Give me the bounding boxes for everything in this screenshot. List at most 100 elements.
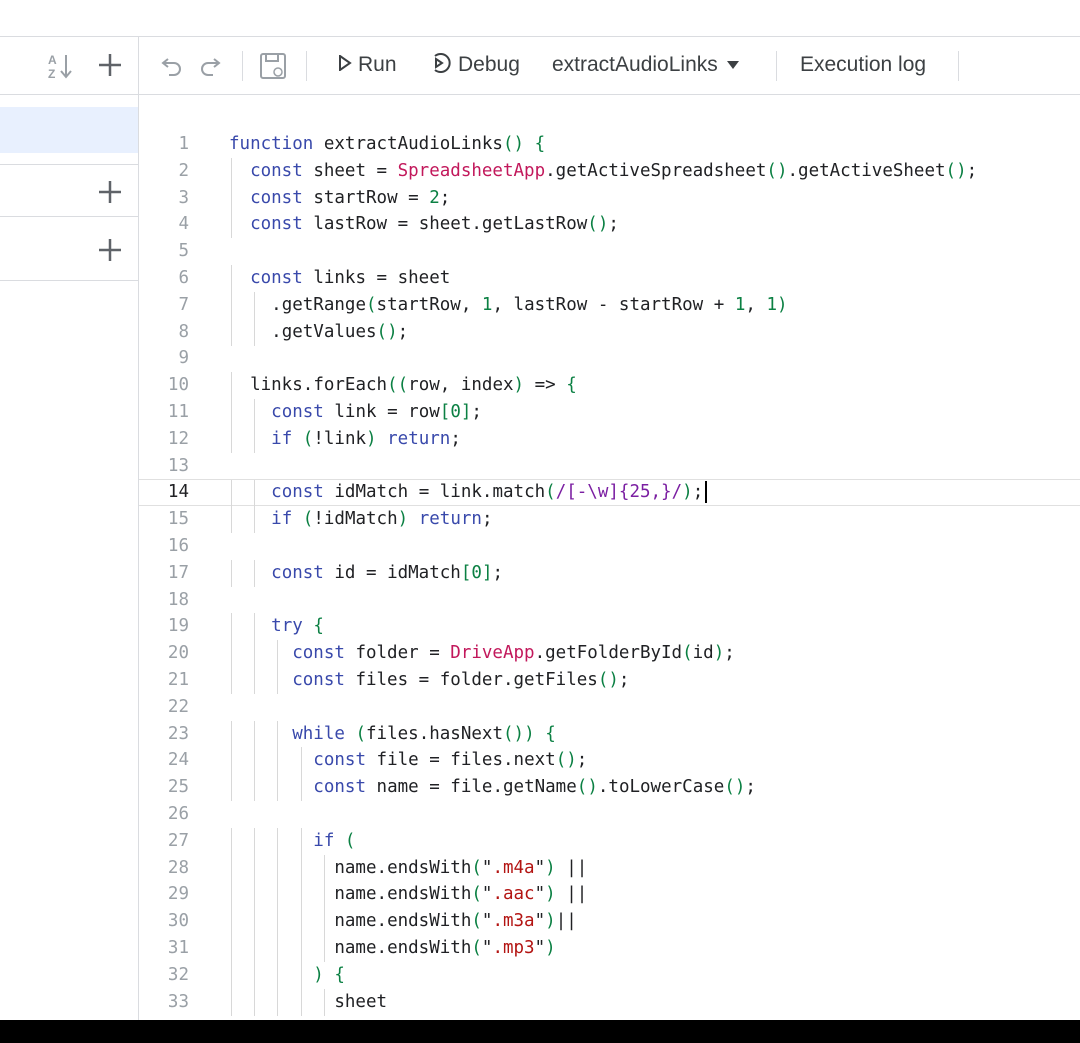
title-bar <box>0 0 1080 37</box>
code-text: if (!link) return; <box>271 428 461 449</box>
code-line[interactable]: 11 const link = row[0]; <box>139 399 1080 426</box>
code-line[interactable]: 17 const id = idMatch[0]; <box>139 559 1080 587</box>
line-number: 26 <box>167 804 189 824</box>
play-icon <box>338 53 352 76</box>
code-line[interactable]: 31 name.endsWith(".mp3") <box>139 935 1080 962</box>
sort-az-icon[interactable]: A Z <box>44 49 78 83</box>
code-line[interactable]: 5 <box>139 238 1080 265</box>
code-line[interactable]: 30 name.endsWith(".m3a")|| <box>139 908 1080 936</box>
section-divider <box>0 279 138 281</box>
files-toolbar: A Z <box>0 37 139 94</box>
code-line[interactable]: 18 <box>139 587 1080 614</box>
code-line[interactable]: 29 name.endsWith(".aac") || <box>139 881 1080 909</box>
code-line[interactable]: 4 const lastRow = sheet.getLastRow(); <box>139 211 1080 239</box>
code-text: if ( <box>313 830 356 851</box>
code-text: const idMatch = link.match(/[-\w]{25,}/)… <box>229 480 708 505</box>
line-number: 30 <box>167 911 189 932</box>
line-number: 27 <box>167 830 189 851</box>
code-text: const name = file.getName().toLowerCase(… <box>313 777 756 798</box>
text-cursor <box>705 481 708 504</box>
code-line[interactable]: 24 const file = files.next(); <box>139 747 1080 775</box>
code-line[interactable]: 15 if (!idMatch) return; <box>139 506 1080 534</box>
code-line[interactable]: 21 const files = folder.getFiles(); <box>139 667 1080 694</box>
code-line[interactable]: 25 const name = file.getName().toLowerCa… <box>139 774 1080 802</box>
code-line[interactable]: 9 <box>139 345 1080 372</box>
redo-icon[interactable] <box>196 51 224 79</box>
toolbar-divider <box>242 51 243 81</box>
code-line[interactable]: 14 const idMatch = link.match(/[-\w]{25,… <box>139 479 1080 508</box>
code-line[interactable]: 16 <box>139 533 1080 560</box>
code-line[interactable]: 13 <box>139 453 1080 480</box>
code-line[interactable]: 22 <box>139 694 1080 721</box>
code-text: name.endsWith(".m4a") || <box>334 857 588 878</box>
line-number: 4 <box>178 214 189 235</box>
code-line[interactable]: 8 .getValues(); <box>139 318 1080 346</box>
code-line[interactable]: 7 .getRange(startRow, 1, lastRow - start… <box>139 291 1080 319</box>
code-text: const links = sheet <box>250 268 451 288</box>
code-line[interactable]: 3 const startRow = 2; <box>139 184 1080 212</box>
code-line[interactable]: 28 name.endsWith(".m4a") || <box>139 854 1080 882</box>
code-text: function extractAudioLinks() { <box>229 134 546 154</box>
code-line[interactable]: 20 const folder = DriveApp.getFolderById… <box>139 640 1080 668</box>
code-line[interactable]: 6 const links = sheet <box>139 265 1080 292</box>
run-button[interactable]: Run <box>338 48 397 82</box>
line-number: 31 <box>167 938 189 958</box>
code-line[interactable]: 26 <box>139 801 1080 828</box>
toolbar-divider <box>776 51 777 81</box>
code-text: const startRow = 2; <box>250 187 451 208</box>
line-number: 16 <box>167 536 189 556</box>
code-text: const folder = DriveApp.getFolderById(id… <box>292 643 735 664</box>
section-divider <box>0 215 138 217</box>
line-number: 24 <box>167 750 189 771</box>
toolbar: A Z Run Debug extractAudioLinks Executio… <box>0 37 1080 95</box>
save-to-drive-icon[interactable] <box>256 51 290 81</box>
function-selected-label: extractAudioLinks <box>552 53 718 76</box>
code-text: links.forEach((row, index) => { <box>250 375 577 396</box>
toolbar-divider <box>306 51 307 81</box>
code-text: .getRange(startRow, 1, lastRow - startRo… <box>229 294 788 315</box>
line-number: 5 <box>178 241 189 262</box>
add-library-icon[interactable] <box>94 176 126 208</box>
code-line[interactable]: 27 if ( <box>139 827 1080 855</box>
code-line[interactable]: 2 const sheet = SpreadsheetApp.getActive… <box>139 157 1080 185</box>
code-line[interactable]: 12 if (!link) return; <box>139 425 1080 453</box>
line-number: 22 <box>167 696 189 717</box>
add-service-icon[interactable] <box>94 234 126 266</box>
selected-file-item[interactable] <box>0 107 138 153</box>
line-number: 32 <box>167 964 189 985</box>
line-number: 25 <box>167 777 189 798</box>
line-number: 3 <box>178 187 189 208</box>
line-number: 13 <box>167 455 189 476</box>
code-text: if (!idMatch) return; <box>271 509 493 530</box>
execution-log-button[interactable]: Execution log <box>800 48 926 82</box>
code-line[interactable]: 1 function extractAudioLinks() { <box>139 131 1080 158</box>
debug-icon <box>430 52 452 79</box>
line-number: 23 <box>167 723 189 744</box>
undo-icon[interactable] <box>158 51 186 79</box>
line-number: 12 <box>167 428 189 449</box>
debug-button[interactable]: Debug <box>430 48 520 82</box>
execution-log-label: Execution log <box>800 53 927 76</box>
code-text: while (files.hasNext()) { <box>292 723 556 744</box>
line-number: 29 <box>167 884 189 905</box>
add-file-icon[interactable] <box>94 49 126 81</box>
run-label: Run <box>358 53 397 76</box>
line-number: 10 <box>167 375 189 396</box>
code-line[interactable]: 33 sheet <box>139 988 1080 1016</box>
svg-text:Z: Z <box>48 67 55 81</box>
code-text: const files = folder.getFiles(); <box>292 670 630 690</box>
code-text: ) { <box>313 964 345 985</box>
function-select[interactable]: extractAudioLinks <box>552 48 740 82</box>
caret-down-icon <box>726 57 740 73</box>
line-number: 33 <box>167 991 189 1012</box>
line-number: 21 <box>167 670 189 690</box>
code-line[interactable]: 10 links.forEach((row, index) => { <box>139 372 1080 400</box>
screen-bottom-bar <box>0 1020 1080 1043</box>
code-line[interactable]: 19 try { <box>139 613 1080 641</box>
code-editor[interactable]: 1 function extractAudioLinks() {2 const s… <box>139 95 1080 1020</box>
code-line[interactable]: 23 while (files.hasNext()) { <box>139 720 1080 748</box>
line-number: 2 <box>178 160 189 181</box>
code-text: name.endsWith(".m3a")|| <box>334 911 577 932</box>
line-number: 18 <box>167 589 189 610</box>
code-line[interactable]: 32 ) { <box>139 961 1080 989</box>
